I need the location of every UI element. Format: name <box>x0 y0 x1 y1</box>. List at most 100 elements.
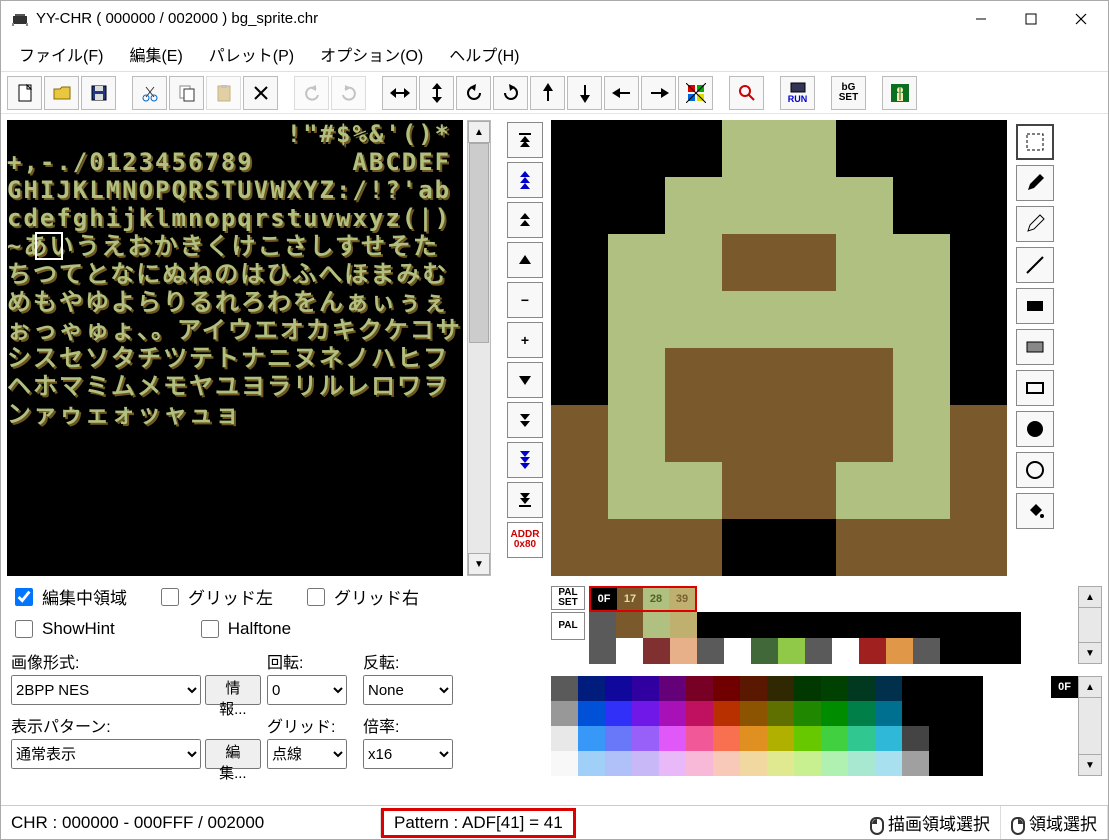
fullpal-scroll-up-icon[interactable]: ▲ <box>1078 676 1102 698</box>
fill-oval-tool[interactable] <box>1016 411 1054 447</box>
menu-edit[interactable]: 編集(E) <box>117 38 194 70</box>
copy-button[interactable] <box>169 76 204 110</box>
mouse-left-icon <box>870 817 884 835</box>
status-right-click: 領域選択 <box>1001 806 1108 839</box>
window-title: YY-CHR ( 000000 / 002000 ) bg_sprite.chr <box>36 10 956 27</box>
menu-option[interactable]: オプション(O) <box>308 38 435 70</box>
shift-bottom-button[interactable] <box>507 482 543 518</box>
scroll-up-icon[interactable]: ▲ <box>468 121 490 143</box>
palset-label[interactable]: PAL SET <box>551 586 585 610</box>
redo-button[interactable] <box>331 76 366 110</box>
shift-minus-button[interactable]: − <box>507 282 543 318</box>
grid-label: グリッド: <box>267 713 357 737</box>
palset-row[interactable]: 0F172839 <box>589 586 697 612</box>
palette-area: PAL SET PAL 0F172839 ▲ ▼ <box>551 586 1102 664</box>
pal-label[interactable]: PAL <box>551 612 585 640</box>
addr-button[interactable]: ADDR0x80 <box>507 522 543 558</box>
flip-select[interactable]: None <box>363 675 453 705</box>
line-tool[interactable] <box>1016 247 1054 283</box>
options-panel: 編集中領域 グリッド左 グリッド右 ShowHint Halftone 画像形式… <box>7 576 499 773</box>
chr-glyphs: !"#$%&'()*+,-./0123456789 ABCDEFGHIJKLMN… <box>7 120 463 576</box>
minimize-button[interactable] <box>956 3 1006 35</box>
shift-up1-button[interactable] <box>507 242 543 278</box>
run-button[interactable]: RUN <box>780 76 815 110</box>
full-palette-grid[interactable] <box>551 676 1051 776</box>
format-info-button[interactable]: 情報... <box>205 675 261 705</box>
menu-file[interactable]: ファイル(F) <box>7 38 115 70</box>
pattern-select[interactable]: 通常表示 <box>11 739 201 769</box>
tile-editor[interactable] <box>551 120 1007 576</box>
open-button[interactable] <box>44 76 79 110</box>
shift-up2-button[interactable] <box>507 202 543 238</box>
chr-bank-view[interactable]: !"#$%&'()*+,-./0123456789 ABCDEFGHIJKLMN… <box>7 120 463 576</box>
mirror-v-button[interactable] <box>419 76 454 110</box>
cut-button[interactable] <box>132 76 167 110</box>
rotate-left-button[interactable] <box>456 76 491 110</box>
fill-rect-tool[interactable] <box>1016 288 1054 324</box>
format-select[interactable]: 2BPP NES <box>11 675 201 705</box>
brush-tool[interactable] <box>1016 206 1054 242</box>
shift-down1-button[interactable] <box>507 362 543 398</box>
rotate-select[interactable]: 0 <box>267 675 347 705</box>
pencil-tool[interactable] <box>1016 165 1054 201</box>
pal-scroll-down-icon[interactable]: ▼ <box>1078 642 1102 664</box>
palette-grid[interactable] <box>589 612 1074 664</box>
shift-down3-button[interactable] <box>507 442 543 478</box>
toolbar: RUN bG SET <box>1 72 1108 114</box>
tool-palette <box>1013 120 1057 576</box>
status-pattern: Pattern : ADF[41] = 41 <box>381 808 576 838</box>
close-button[interactable] <box>1056 3 1106 35</box>
check-grid-left[interactable]: グリッド左 <box>157 584 273 609</box>
zoom-label: 倍率: <box>363 713 463 737</box>
maximize-button[interactable] <box>1006 3 1056 35</box>
zoom-select[interactable]: x16 <box>363 739 453 769</box>
marquee-tool[interactable] <box>1016 124 1054 160</box>
right-panel: PAL SET PAL 0F172839 ▲ ▼ <box>551 120 1102 803</box>
shift-up3-button[interactable] <box>507 162 543 198</box>
status-chr: CHR : 000000 - 000FFF / 002000 <box>1 809 381 837</box>
full-palette-scrollbar[interactable]: ▲ ▼ <box>1078 676 1102 776</box>
fullpal-scroll-down-icon[interactable]: ▼ <box>1078 754 1102 776</box>
shift-plus-button[interactable]: + <box>507 322 543 358</box>
oval-tool[interactable] <box>1016 452 1054 488</box>
palette-scrollbar[interactable]: ▲ ▼ <box>1078 586 1102 664</box>
shift-down-button[interactable] <box>567 76 602 110</box>
chr-scrollbar[interactable]: ▲ ▼ <box>467 120 491 576</box>
titlebar: YY-CHR ( 000000 / 002000 ) bg_sprite.chr <box>1 1 1108 36</box>
rect-tool[interactable] <box>1016 370 1054 406</box>
save-button[interactable] <box>81 76 116 110</box>
app-window: YY-CHR ( 000000 / 002000 ) bg_sprite.chr… <box>0 0 1109 840</box>
check-grid-right[interactable]: グリッド右 <box>303 584 419 609</box>
check-edit-area[interactable]: 編集中領域 <box>11 584 127 609</box>
shift-down2-button[interactable] <box>507 402 543 438</box>
check-halftone[interactable]: Halftone <box>197 617 291 641</box>
menu-help[interactable]: ヘルプ(H) <box>437 38 531 70</box>
scroll-thumb[interactable] <box>469 143 489 343</box>
check-showhint[interactable]: ShowHint <box>11 617 115 641</box>
paste-button[interactable] <box>206 76 241 110</box>
exit-button[interactable] <box>882 76 917 110</box>
pattern-tool[interactable] <box>1016 329 1054 365</box>
scroll-down-icon[interactable]: ▼ <box>468 553 490 575</box>
undo-button[interactable] <box>294 76 329 110</box>
new-button[interactable] <box>7 76 42 110</box>
bgset-button[interactable]: bG SET <box>831 76 866 110</box>
workarea: !"#$%&'()*+,-./0123456789 ABCDEFGHIJKLMN… <box>1 114 1108 805</box>
pattern-edit-button[interactable]: 編集... <box>205 739 261 769</box>
shift-left-button[interactable] <box>604 76 639 110</box>
rotate-right-button[interactable] <box>493 76 528 110</box>
palette-tool-button[interactable] <box>678 76 713 110</box>
find-button[interactable] <box>729 76 764 110</box>
bucket-tool[interactable] <box>1016 493 1054 529</box>
chr-cursor <box>35 232 63 260</box>
shift-right-button[interactable] <box>641 76 676 110</box>
clear-button[interactable] <box>243 76 278 110</box>
grid-select[interactable]: 点線 <box>267 739 347 769</box>
mirror-h-button[interactable] <box>382 76 417 110</box>
menu-palette[interactable]: パレット(P) <box>197 38 306 70</box>
shift-up-button[interactable] <box>530 76 565 110</box>
shift-top-button[interactable] <box>507 122 543 158</box>
pal-scroll-up-icon[interactable]: ▲ <box>1078 586 1102 608</box>
menubar: ファイル(F) 編集(E) パレット(P) オプション(O) ヘルプ(H) <box>1 36 1108 72</box>
status-bar: CHR : 000000 - 000FFF / 002000 Pattern :… <box>1 805 1108 839</box>
